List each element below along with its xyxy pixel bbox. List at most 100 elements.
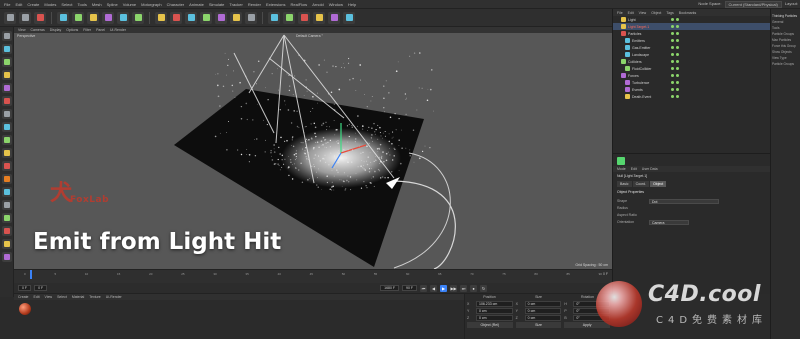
viewport-menu-options[interactable]: Options	[66, 28, 78, 32]
object-visibility-dots[interactable]	[671, 39, 679, 42]
material-menu-view[interactable]: View	[45, 295, 53, 299]
menu-edit[interactable]: Edit	[15, 2, 22, 7]
om-menu-tags[interactable]: Tags	[666, 11, 673, 15]
record-button[interactable]: ●	[470, 284, 478, 292]
object-visibility-dots[interactable]	[671, 67, 679, 70]
tab-object[interactable]: Object	[650, 181, 667, 187]
menu-file[interactable]: File	[4, 2, 10, 7]
left-tool-button[interactable]	[1, 239, 12, 249]
menu-select[interactable]: Select	[61, 2, 72, 7]
left-tool-button[interactable]	[1, 44, 12, 54]
menu-tools[interactable]: Tools	[78, 2, 87, 7]
toolbar-tool-button[interactable]	[215, 11, 227, 24]
object-visibility-dots[interactable]	[671, 53, 679, 56]
menu-animate[interactable]: Animate	[189, 2, 204, 7]
object-row[interactable]: Death.Event	[613, 93, 770, 100]
left-tool-button[interactable]	[1, 148, 12, 158]
size-z-field[interactable]: 0 cm	[524, 314, 562, 321]
timeline[interactable]: 0 5 10 15 20 25 30 35 40 45 50 55 60 65 70 75 80 85 90 0 F	[14, 269, 612, 283]
size-mode-dropdown[interactable]: Size	[515, 322, 562, 328]
toolbar-tool-button[interactable]	[313, 11, 325, 24]
om-menu-file[interactable]: File	[617, 11, 623, 15]
viewport-menu-ui-render[interactable]: Ui-Render	[110, 28, 126, 32]
left-tool-button[interactable]	[1, 96, 12, 106]
coordinate-mode-dropdown[interactable]: Object (Rel)	[467, 322, 513, 328]
position-z-field[interactable]: 0 cm	[476, 314, 513, 321]
toolbar-tool-button[interactable]	[268, 11, 280, 24]
size-x-field[interactable]: 0 cm	[524, 300, 562, 307]
play-button[interactable]: ▶	[440, 284, 448, 292]
attr-menu-mode[interactable]: Mode	[617, 167, 626, 171]
menu-create[interactable]: Create	[27, 2, 39, 7]
viewport-camera-label[interactable]: Default Camera °	[296, 34, 323, 38]
material-menu-select[interactable]: Select	[57, 295, 67, 299]
menu-spline[interactable]: Spline	[107, 2, 118, 7]
loop-button[interactable]: ↻	[480, 284, 488, 292]
left-tool-button[interactable]	[1, 174, 12, 184]
om-menu-bookmarks[interactable]: Bookmarks	[679, 11, 697, 15]
menu-simulate[interactable]: Simulate	[209, 2, 225, 7]
toolbar-tool-button[interactable]	[230, 11, 242, 24]
material-menu-texture[interactable]: Texture	[89, 295, 100, 299]
viewport-menu-display[interactable]: Display	[50, 28, 61, 32]
material-swatch[interactable]	[19, 303, 31, 315]
object-visibility-dots[interactable]	[671, 95, 679, 98]
menu-character[interactable]: Character	[167, 2, 185, 7]
left-tool-button[interactable]	[1, 83, 12, 93]
object-row[interactable]: FluidCollider	[613, 65, 770, 72]
shape-dropdown[interactable]: Dot	[649, 198, 719, 204]
left-tool-button[interactable]	[1, 226, 12, 236]
object-visibility-dots[interactable]	[671, 32, 679, 35]
orientation-dropdown[interactable]: Camera	[649, 219, 689, 225]
start-frame-field-2[interactable]: 0 F	[34, 285, 48, 291]
left-tool-button[interactable]	[1, 252, 12, 262]
node-space-dropdown[interactable]: Current (Standard/Physical)	[724, 0, 782, 8]
size-y-field[interactable]: 0 cm	[524, 307, 562, 314]
menu-tracker[interactable]: Tracker	[229, 2, 242, 7]
toolbar-tool-button[interactable]	[57, 11, 69, 24]
move-tool-icon[interactable]	[617, 157, 625, 165]
object-row[interactable]: Forces	[613, 72, 770, 79]
menu-volume[interactable]: Volume	[123, 2, 136, 7]
go-to-end-button[interactable]: ⏭	[460, 284, 468, 292]
left-tool-button[interactable]	[1, 161, 12, 171]
object-visibility-dots[interactable]	[671, 46, 679, 49]
viewport-menu-panel[interactable]: Panel	[96, 28, 105, 32]
object-visibility-dots[interactable]	[671, 88, 679, 91]
material-menu-material[interactable]: Material	[72, 295, 84, 299]
left-tool-button[interactable]	[1, 57, 12, 67]
left-tool-button[interactable]	[1, 213, 12, 223]
menu-help[interactable]: Help	[348, 2, 356, 7]
toolbar-tool-button[interactable]	[117, 11, 129, 24]
toolbar-tool-button[interactable]	[170, 11, 182, 24]
menu-extensions[interactable]: Extensions	[266, 2, 286, 7]
om-menu-object[interactable]: Object	[651, 11, 661, 15]
object-row[interactable]: Events	[613, 86, 770, 93]
start-frame-field[interactable]: 0 F	[18, 285, 32, 291]
viewport-menu-view[interactable]: View	[18, 28, 26, 32]
om-menu-view[interactable]: View	[639, 11, 647, 15]
toolbar-tool-button[interactable]	[343, 11, 355, 24]
toolbar-tool-button[interactable]	[132, 11, 144, 24]
object-visibility-dots[interactable]	[671, 25, 679, 28]
menu-realflow[interactable]: RealFlow	[291, 2, 308, 7]
left-tool-button[interactable]	[1, 135, 12, 145]
step-forward-button[interactable]: ▶▶	[450, 284, 458, 292]
panel-item[interactable]: Particle Groups	[771, 61, 800, 67]
toolbar-tool-button[interactable]	[283, 11, 295, 24]
om-menu-edit[interactable]: Edit	[628, 11, 634, 15]
object-row[interactable]: Colliders	[613, 58, 770, 65]
menu-window[interactable]: Window	[329, 2, 343, 7]
object-row[interactable]: Gas.Emitter	[613, 44, 770, 51]
menu-modes[interactable]: Modes	[44, 2, 56, 7]
left-tool-button[interactable]	[1, 122, 12, 132]
tab-coord[interactable]: Coord.	[632, 181, 650, 187]
attr-menu-user-data[interactable]: User Data	[642, 167, 658, 171]
toolbar-tool-button[interactable]	[328, 11, 340, 24]
left-tool-button[interactable]	[1, 187, 12, 197]
material-menu-create[interactable]: Create	[18, 295, 29, 299]
menu-motorgraph[interactable]: Motorgraph	[141, 2, 161, 7]
menu-arnold[interactable]: Arnold	[312, 2, 324, 7]
object-row[interactable]: Emitters	[613, 37, 770, 44]
menu-render[interactable]: Render	[248, 2, 261, 7]
